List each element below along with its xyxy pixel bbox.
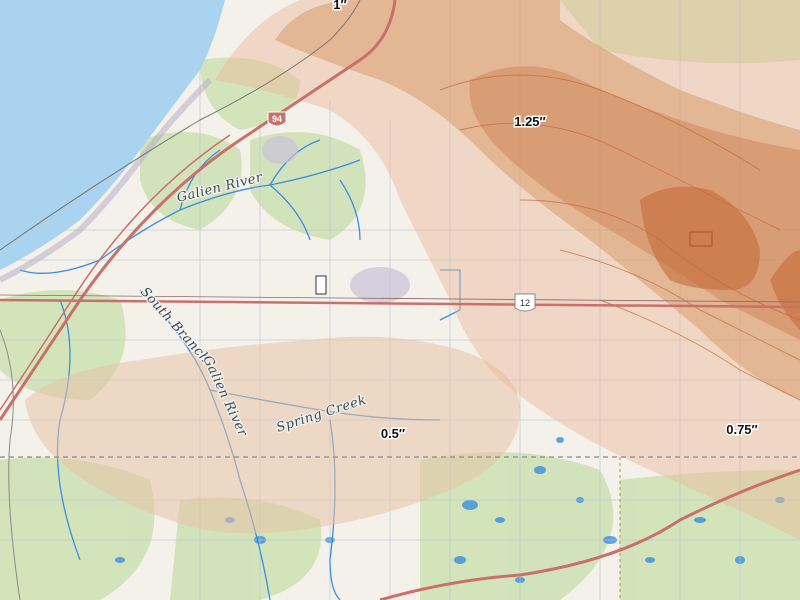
us-shield: 12	[514, 293, 536, 312]
interstate-shield-label: 94	[272, 114, 282, 124]
contour-label-0-75: 0.75″	[726, 422, 758, 437]
contour-label-1-25: 1.25″	[514, 114, 546, 129]
precipitation-map[interactable]: 94 12 Galien River South Branch Galien R…	[0, 0, 800, 600]
interstate-shield: 94	[267, 111, 287, 127]
contour-label-1: 1″	[333, 0, 346, 12]
contour-label-0-5: 0.5″	[381, 426, 405, 441]
map-canvas[interactable]: 94 12 Galien River South Branch Galien R…	[0, 0, 800, 600]
us-shield-label: 12	[520, 298, 530, 308]
map-marker	[315, 275, 327, 295]
